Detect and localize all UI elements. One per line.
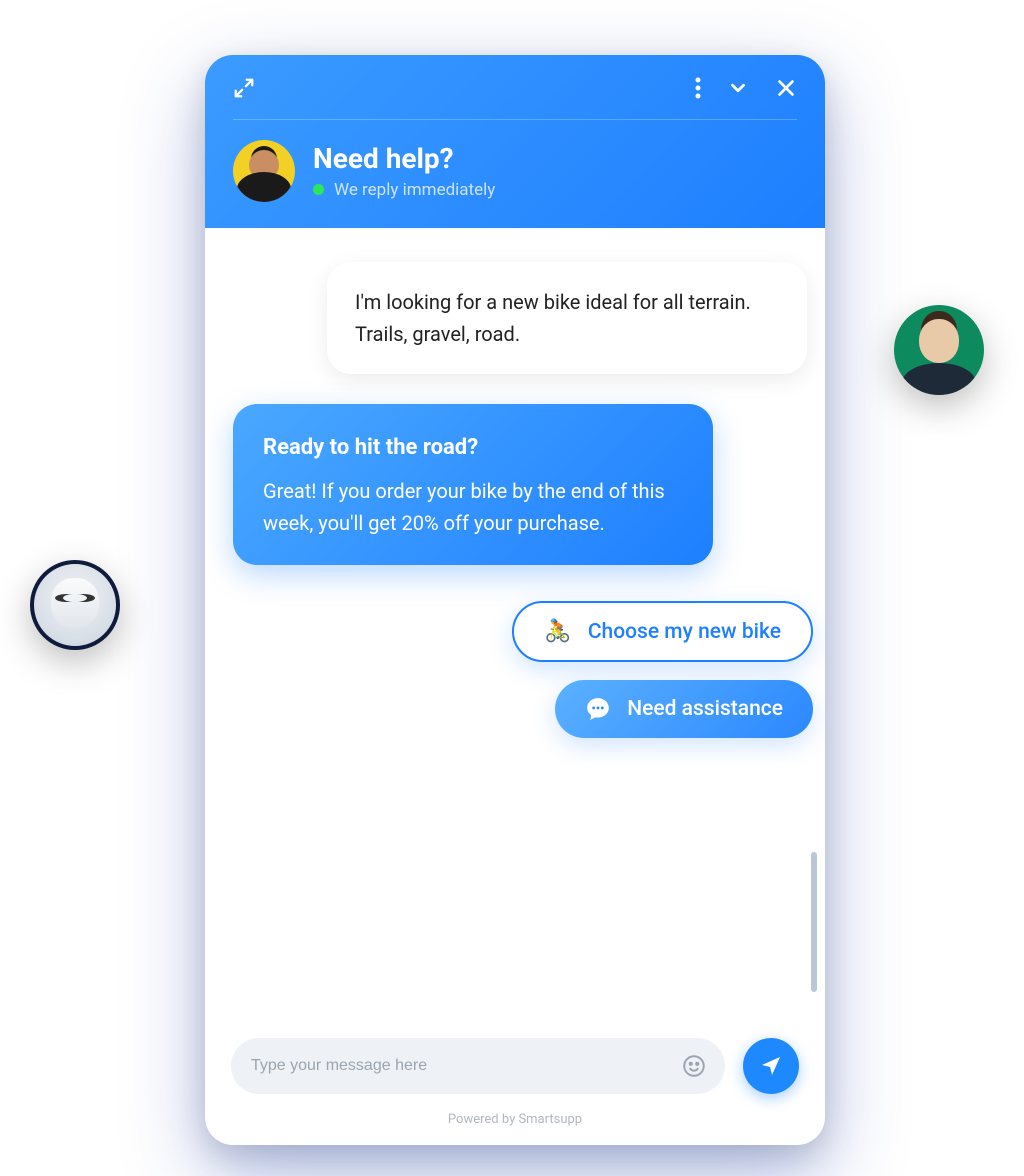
quick-reply-need-assistance[interactable]: Need assistance [555,680,813,738]
header-main: Need help? We reply immediately [233,140,797,202]
header-text: Need help? We reply immediately [313,142,495,200]
user-message-bubble: I'm looking for a new bike ideal for all… [327,262,807,374]
message-input[interactable] [251,1057,681,1075]
quick-reply-label: Need assistance [627,697,783,721]
powered-by-label: Powered by Smartsupp [205,1104,825,1145]
more-icon[interactable] [695,77,701,99]
send-button[interactable] [743,1038,799,1094]
scrollbar-thumb[interactable] [811,852,817,992]
message-row-user: I'm looking for a new bike ideal for all… [233,262,807,374]
header-status: We reply immediately [313,180,495,200]
header-divider [233,119,797,120]
chat-bubble-icon [585,696,611,722]
emoji-icon[interactable] [681,1053,707,1079]
bot-message-title: Ready to hit the road? [263,430,683,465]
message-row-bot: Ready to hit the road? Great! If you ord… [233,404,807,565]
bot-message-bubble: Ready to hit the road? Great! If you ord… [233,404,713,565]
close-icon[interactable] [775,77,797,99]
status-dot-icon [313,184,324,195]
quick-reply-label: Choose my new bike [588,620,781,644]
bot-avatar [30,560,120,650]
chat-body[interactable]: I'm looking for a new bike ideal for all… [205,228,825,1022]
quick-replies: 🚴 Choose my new bike Need assistance [233,601,813,738]
chat-widget: Need help? We reply immediately I'm look… [205,55,825,1145]
chat-input-area [205,1022,825,1104]
customer-avatar [894,305,984,395]
agent-avatar [233,140,295,202]
expand-icon[interactable] [233,77,255,99]
header-toolbar [233,77,797,99]
chat-header: Need help? We reply immediately [205,55,825,228]
input-wrap [231,1038,725,1094]
header-title: Need help? [313,142,495,176]
cyclist-icon: 🚴 [544,619,571,644]
header-actions [695,77,797,99]
status-text: We reply immediately [334,180,495,200]
send-icon [759,1054,783,1078]
bot-message-body: Great! If you order your bike by the end… [263,475,683,539]
chevron-down-icon[interactable] [727,77,749,99]
quick-reply-choose-bike[interactable]: 🚴 Choose my new bike [512,601,813,662]
